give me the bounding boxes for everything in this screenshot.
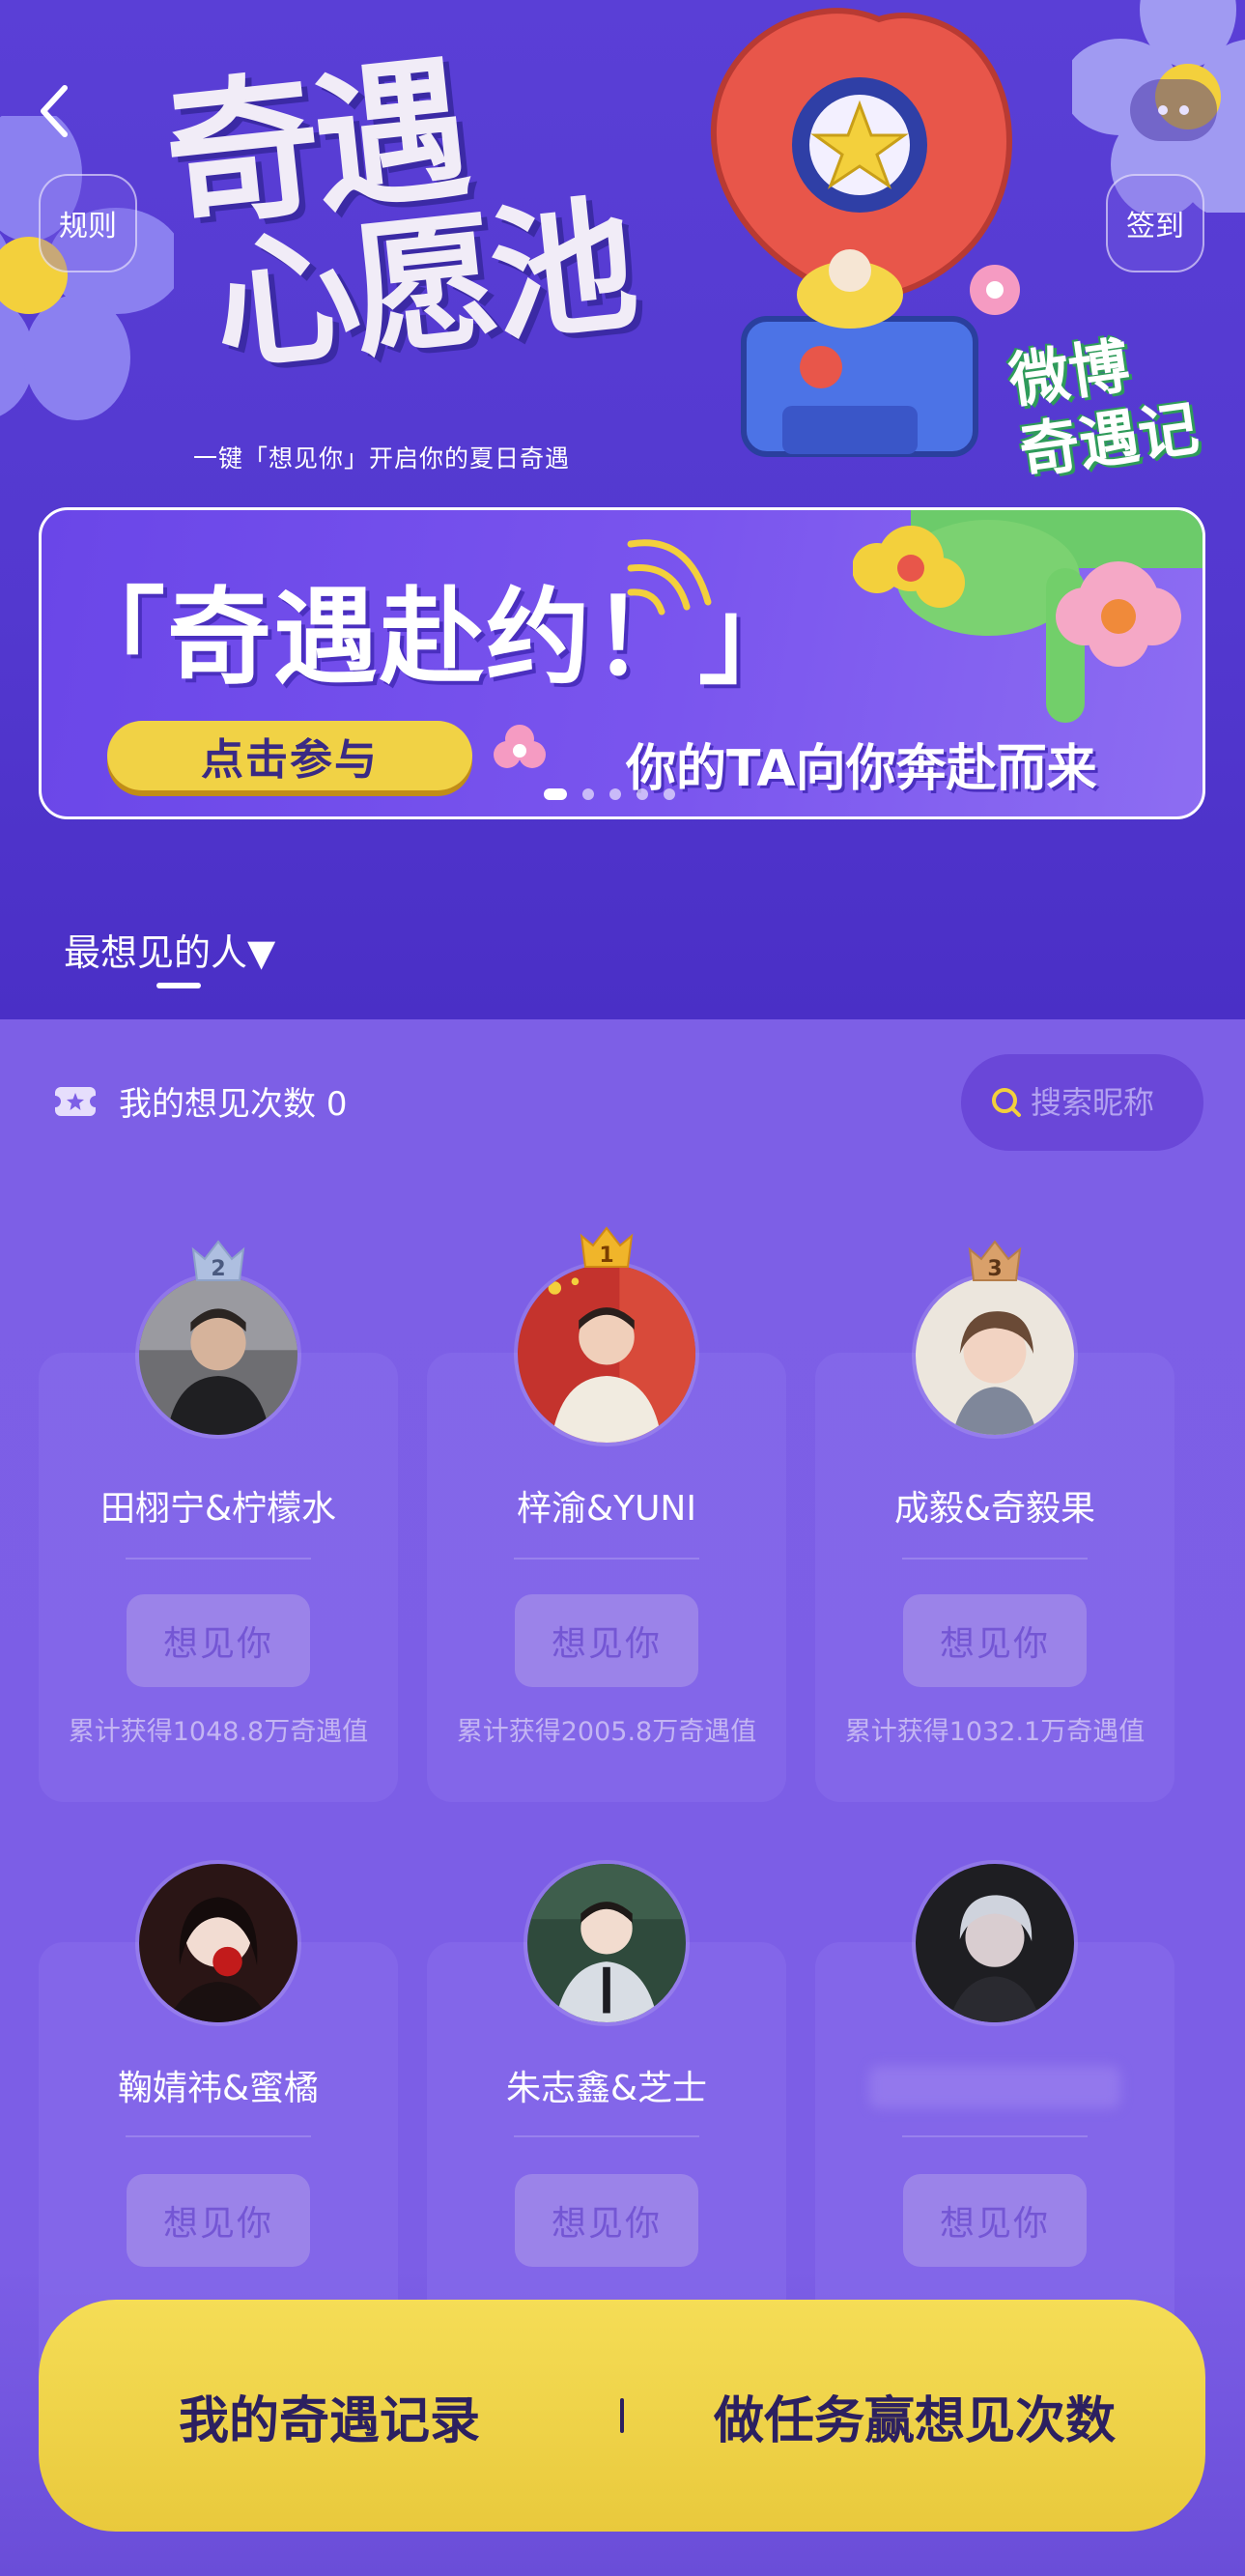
want-to-meet-button[interactable]: 想见你	[903, 2174, 1087, 2267]
tab-bar: 最想见的人▼	[0, 870, 1245, 1019]
avatar-rank-3[interactable]: 3	[912, 1240, 1078, 1439]
my-records-button[interactable]: 我的奇遇记录	[39, 2380, 620, 2452]
hero-header: 奇遇 心愿池 一键「想见你」开启你的夏日奇遇 微博 奇遇记 规则 签到 「奇遇赴…	[0, 0, 1245, 1019]
hero-subtitle: 一键「想见你」开启你的夏日奇遇	[193, 444, 571, 472]
my-meet-count: 我的想见次数 0	[53, 1077, 347, 1125]
want-to-meet-button[interactable]: 想见你	[903, 1594, 1087, 1687]
banner-slogan: 你的TA向你奔赴而来	[626, 740, 1097, 798]
meet-count-label-text: 我的想见次数	[119, 1085, 316, 1124]
mascot-illustration-icon	[710, 8, 1020, 457]
card-name: 鞠婧祎&蜜橘	[117, 2069, 320, 2108]
rank-2-crown-icon: 2	[191, 1240, 245, 1281]
avatar-image	[135, 1860, 301, 2026]
rank-3-crown-icon: 3	[968, 1240, 1022, 1281]
chevron-left-icon	[41, 85, 68, 137]
back-button[interactable]	[25, 77, 83, 145]
banner-participate-button[interactable]: 点击参与	[107, 721, 472, 790]
search-icon	[992, 1088, 1021, 1117]
do-tasks-button[interactable]: 做任务赢想见次数	[624, 2380, 1205, 2452]
crown-rank-number: 2	[211, 1257, 225, 1281]
divider	[902, 1558, 1088, 1560]
avatar[interactable]	[135, 1860, 301, 2026]
avatar-rank-2[interactable]: 2	[135, 1240, 301, 1439]
search-nickname-field[interactable]	[961, 1054, 1203, 1151]
checkin-button[interactable]: 签到	[1106, 174, 1204, 272]
card-value: 累计获得2005.8万奇遇值	[456, 1717, 757, 1747]
avatar-image	[912, 1860, 1078, 2026]
avatar[interactable]	[523, 1860, 690, 2026]
card-value: 累计获得1032.1万奇遇值	[844, 1717, 1146, 1747]
brand-logo: 微博 奇遇记	[1005, 322, 1203, 488]
rank-1-crown-icon: 1	[580, 1226, 634, 1268]
banner-title: 「奇遇赴约！」	[61, 578, 806, 699]
more-dots-icon	[1179, 105, 1189, 115]
avatar-rank-1[interactable]: 1	[514, 1226, 699, 1446]
more-dots-icon	[1158, 105, 1168, 115]
ticket-icon	[53, 1086, 98, 1116]
crown-rank-number: 1	[599, 1244, 613, 1268]
divider	[126, 2135, 311, 2137]
carousel-dot[interactable]	[582, 788, 594, 800]
card-name: 朱志鑫&芝士	[505, 2069, 708, 2108]
tab-active-indicator	[156, 983, 201, 988]
carousel-dot[interactable]	[609, 788, 621, 800]
card-value: 累计获得1048.8万奇遇值	[68, 1717, 369, 1747]
want-to-meet-button[interactable]: 想见你	[515, 2174, 698, 2267]
avatar	[912, 1273, 1078, 1439]
avatar[interactable]	[912, 1860, 1078, 2026]
card-name: 成毅&奇毅果	[893, 1489, 1096, 1529]
flower-icon	[494, 725, 546, 768]
want-to-meet-button[interactable]: 想见你	[127, 2174, 310, 2267]
want-to-meet-button[interactable]: 想见你	[515, 1594, 698, 1687]
carousel-indicator[interactable]	[544, 788, 675, 800]
tab-most-wanted[interactable]: 最想见的人▼	[64, 923, 275, 976]
crown-rank-number: 3	[987, 1257, 1002, 1281]
carousel-dot[interactable]	[664, 788, 675, 800]
avatar	[514, 1261, 699, 1446]
carousel-dot[interactable]	[544, 788, 567, 800]
carousel-dot[interactable]	[637, 788, 648, 800]
meet-count-value: 0	[325, 1085, 348, 1124]
hero-title: 心愿池	[206, 181, 639, 393]
promo-banner[interactable]: 「奇遇赴约！」 点击参与 你的TA向你奔赴而来	[39, 507, 1205, 819]
avatar	[135, 1273, 301, 1439]
divider	[514, 1558, 699, 1560]
meet-count-label: 我的想见次数 0	[119, 1077, 347, 1125]
more-options-button[interactable]	[1130, 79, 1217, 141]
rules-button[interactable]: 规则	[39, 174, 137, 272]
flower-illustration-icon	[0, 116, 174, 420]
avatar-image	[523, 1860, 690, 2026]
flower-cluster-icon	[853, 510, 1203, 723]
divider	[902, 2135, 1088, 2137]
bottom-action-bar: 我的奇遇记录 做任务赢想见次数	[39, 2300, 1205, 2532]
want-to-meet-button[interactable]: 想见你	[127, 1594, 310, 1687]
search-input[interactable]	[1031, 1084, 1195, 1121]
card-name-placeholder	[869, 2066, 1120, 2108]
divider	[514, 2135, 699, 2137]
card-name: 田栩宁&柠檬水	[99, 1489, 337, 1529]
card-name: 梓渝&YUNI	[517, 1489, 696, 1529]
divider	[126, 1558, 311, 1560]
